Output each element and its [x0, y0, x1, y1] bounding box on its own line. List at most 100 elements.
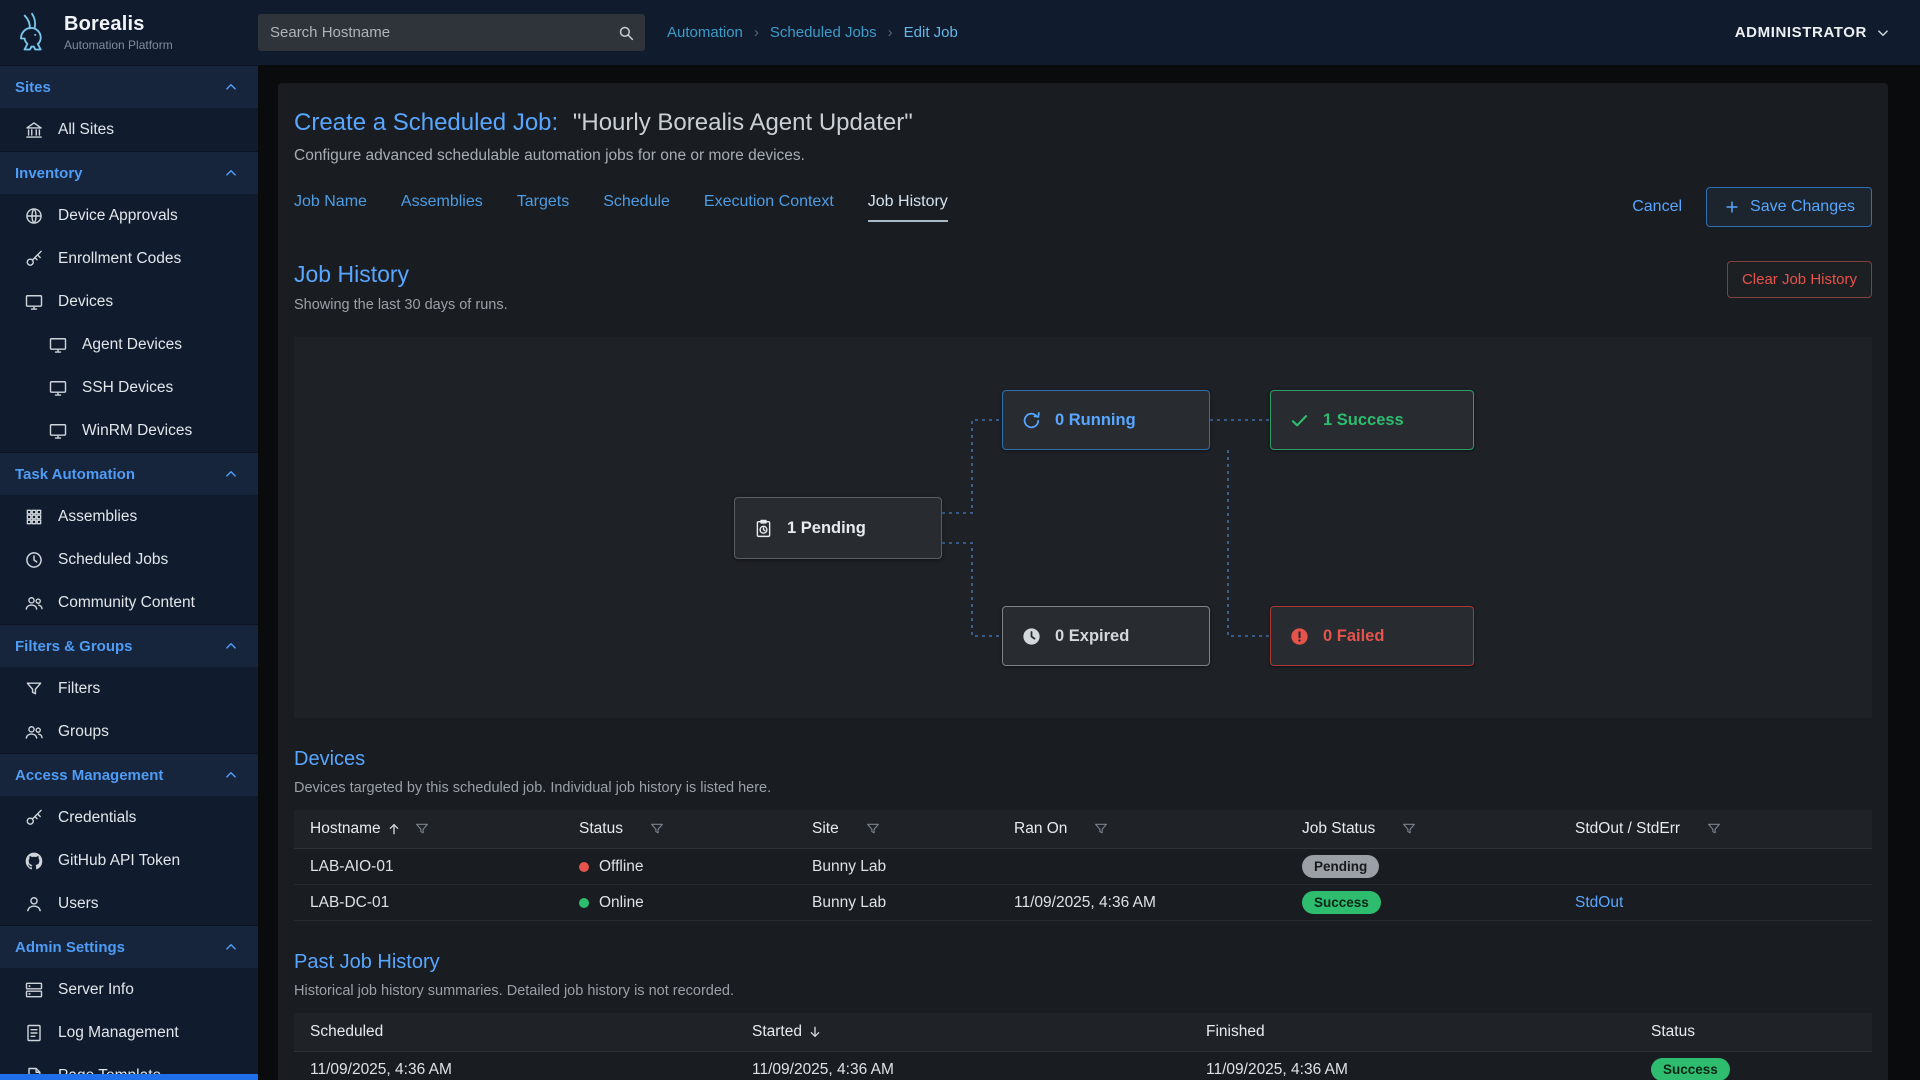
- sidebar-item-winrm-devices[interactable]: WinRM Devices: [0, 409, 258, 452]
- sidebar-item-log-management[interactable]: Log Management: [0, 1011, 258, 1054]
- sidebar-item-agent-devices[interactable]: Agent Devices: [0, 323, 258, 366]
- column-job-status[interactable]: Job Status: [1286, 820, 1559, 838]
- sidebar-item-github-api-token[interactable]: GitHub API Token: [0, 839, 258, 882]
- tab-job-history[interactable]: Job History: [868, 193, 948, 222]
- pending-clipboard-icon: [753, 518, 774, 539]
- filter-icon[interactable]: [865, 821, 881, 837]
- column-finished[interactable]: Finished: [1190, 1023, 1635, 1041]
- column-label: Status: [579, 820, 623, 838]
- key-icon: [24, 249, 44, 269]
- sidebar-item-enrollment-codes[interactable]: Enrollment Codes: [0, 237, 258, 280]
- flow-box-success[interactable]: 1 Success: [1270, 390, 1474, 450]
- page-subtitle: Configure advanced schedulable automatio…: [294, 147, 1872, 165]
- top-bar: Borealis Automation Platform Automation …: [0, 0, 1920, 65]
- tab-bar: Job Name Assemblies Targets Schedule Exe…: [294, 193, 948, 222]
- column-label: Hostname: [310, 820, 381, 838]
- sidebar-section-filters-groups[interactable]: Filters & Groups: [0, 624, 258, 667]
- filter-icon: [24, 679, 44, 699]
- column-started[interactable]: Started: [736, 1023, 1190, 1041]
- sidebar-item-users[interactable]: Users: [0, 882, 258, 925]
- sort-asc-icon: [386, 821, 402, 837]
- cancel-button[interactable]: Cancel: [1632, 198, 1682, 216]
- column-ran-on[interactable]: Ran On: [998, 820, 1286, 838]
- tab-job-name[interactable]: Job Name: [294, 193, 367, 222]
- nav-item-label: Groups: [58, 723, 109, 741]
- sidebar: Sites All Sites Inventory Device Approva…: [0, 65, 258, 1080]
- tab-execution-context[interactable]: Execution Context: [704, 193, 834, 222]
- status-dot-offline: [579, 862, 589, 872]
- filter-icon[interactable]: [1093, 821, 1109, 837]
- tab-targets[interactable]: Targets: [517, 193, 569, 222]
- brand: Borealis Automation Platform: [0, 11, 258, 55]
- column-site[interactable]: Site: [796, 820, 998, 838]
- search-input[interactable]: [258, 14, 645, 51]
- column-label: Job Status: [1302, 820, 1375, 838]
- breadcrumb-automation[interactable]: Automation: [667, 24, 743, 41]
- flow-box-pending[interactable]: 1 Pending: [734, 497, 942, 559]
- sidebar-item-ssh-devices[interactable]: SSH Devices: [0, 366, 258, 409]
- tab-assemblies[interactable]: Assemblies: [401, 193, 483, 222]
- column-label: Ran On: [1014, 820, 1067, 838]
- sidebar-item-devices[interactable]: Devices: [0, 280, 258, 323]
- search-icon: [617, 24, 635, 42]
- monitor-icon: [48, 335, 68, 355]
- sidebar-item-scheduled-jobs[interactable]: Scheduled Jobs: [0, 538, 258, 581]
- filter-icon[interactable]: [1706, 821, 1722, 837]
- save-label: Save Changes: [1750, 198, 1855, 216]
- sidebar-section-sites[interactable]: Sites: [0, 65, 258, 108]
- user-menu[interactable]: ADMINISTRATOR: [1735, 24, 1892, 42]
- sidebar-scrollbar[interactable]: [0, 1074, 258, 1080]
- column-hostname[interactable]: Hostname: [294, 820, 563, 838]
- filter-icon[interactable]: [414, 821, 430, 837]
- grid-icon: [24, 507, 44, 527]
- clear-job-history-button[interactable]: Clear Job History: [1727, 261, 1872, 298]
- column-scheduled[interactable]: Scheduled: [294, 1023, 736, 1041]
- sidebar-item-assemblies[interactable]: Assemblies: [0, 495, 258, 538]
- nav-item-label: Community Content: [58, 594, 195, 612]
- nav-item-label: Device Approvals: [58, 207, 178, 225]
- sidebar-section-task-automation[interactable]: Task Automation: [0, 452, 258, 495]
- flow-box-failed[interactable]: 0 Failed: [1270, 606, 1474, 666]
- stdout-link[interactable]: StdOut: [1575, 894, 1623, 912]
- breadcrumb-scheduled-jobs[interactable]: Scheduled Jobs: [770, 24, 877, 41]
- page-title-name: "Hourly Borealis Agent Updater": [573, 109, 913, 136]
- sidebar-item-filters[interactable]: Filters: [0, 667, 258, 710]
- column-label: Finished: [1206, 1023, 1265, 1041]
- cell-job-status: Success: [1286, 891, 1559, 914]
- sidebar-item-server-info[interactable]: Server Info: [0, 968, 258, 1011]
- column-stdout-stderr[interactable]: StdOut / StdErr: [1559, 820, 1872, 838]
- nav-item-label: GitHub API Token: [58, 852, 180, 870]
- job-history-note: Showing the last 30 days of runs.: [294, 297, 508, 313]
- filter-icon[interactable]: [1401, 821, 1417, 837]
- sidebar-item-device-approvals[interactable]: Device Approvals: [0, 194, 258, 237]
- table-row: 11/09/2025, 4:36 AM 11/09/2025, 4:36 AM …: [294, 1052, 1872, 1080]
- column-status[interactable]: Status: [1635, 1023, 1872, 1041]
- flow-box-expired[interactable]: 0 Expired: [1002, 606, 1210, 666]
- sidebar-section-admin-settings[interactable]: Admin Settings: [0, 925, 258, 968]
- status-text: Offline: [599, 858, 644, 876]
- nav-item-label: All Sites: [58, 121, 114, 139]
- chevron-up-icon: [222, 465, 240, 483]
- brand-subtitle: Automation Platform: [64, 38, 173, 52]
- nav-item-label: Credentials: [58, 809, 136, 827]
- check-icon: [1289, 410, 1310, 431]
- nav-item-label: Scheduled Jobs: [58, 551, 168, 569]
- sidebar-item-community-content[interactable]: Community Content: [0, 581, 258, 624]
- status-badge: Success: [1302, 891, 1381, 914]
- past-history-note: Historical job history summaries. Detail…: [294, 983, 1872, 999]
- sidebar-item-credentials[interactable]: Credentials: [0, 796, 258, 839]
- devices-table: Hostname Status Site: [294, 810, 1872, 921]
- sidebar-item-all-sites[interactable]: All Sites: [0, 108, 258, 151]
- flow-box-running[interactable]: 0 Running: [1002, 390, 1210, 450]
- column-status[interactable]: Status: [563, 820, 796, 838]
- tab-schedule[interactable]: Schedule: [603, 193, 670, 222]
- sidebar-section-access-management[interactable]: Access Management: [0, 753, 258, 796]
- save-changes-button[interactable]: Save Changes: [1706, 187, 1872, 227]
- sidebar-item-groups[interactable]: Groups: [0, 710, 258, 753]
- nav-item-label: Users: [58, 895, 98, 913]
- content-panel: Create a Scheduled Job: "Hourly Borealis…: [278, 83, 1888, 1080]
- filter-icon[interactable]: [649, 821, 665, 837]
- sidebar-section-inventory[interactable]: Inventory: [0, 151, 258, 194]
- borealis-rabbit-logo-icon: [10, 11, 54, 55]
- cell-started: 11/09/2025, 4:36 AM: [736, 1061, 1190, 1079]
